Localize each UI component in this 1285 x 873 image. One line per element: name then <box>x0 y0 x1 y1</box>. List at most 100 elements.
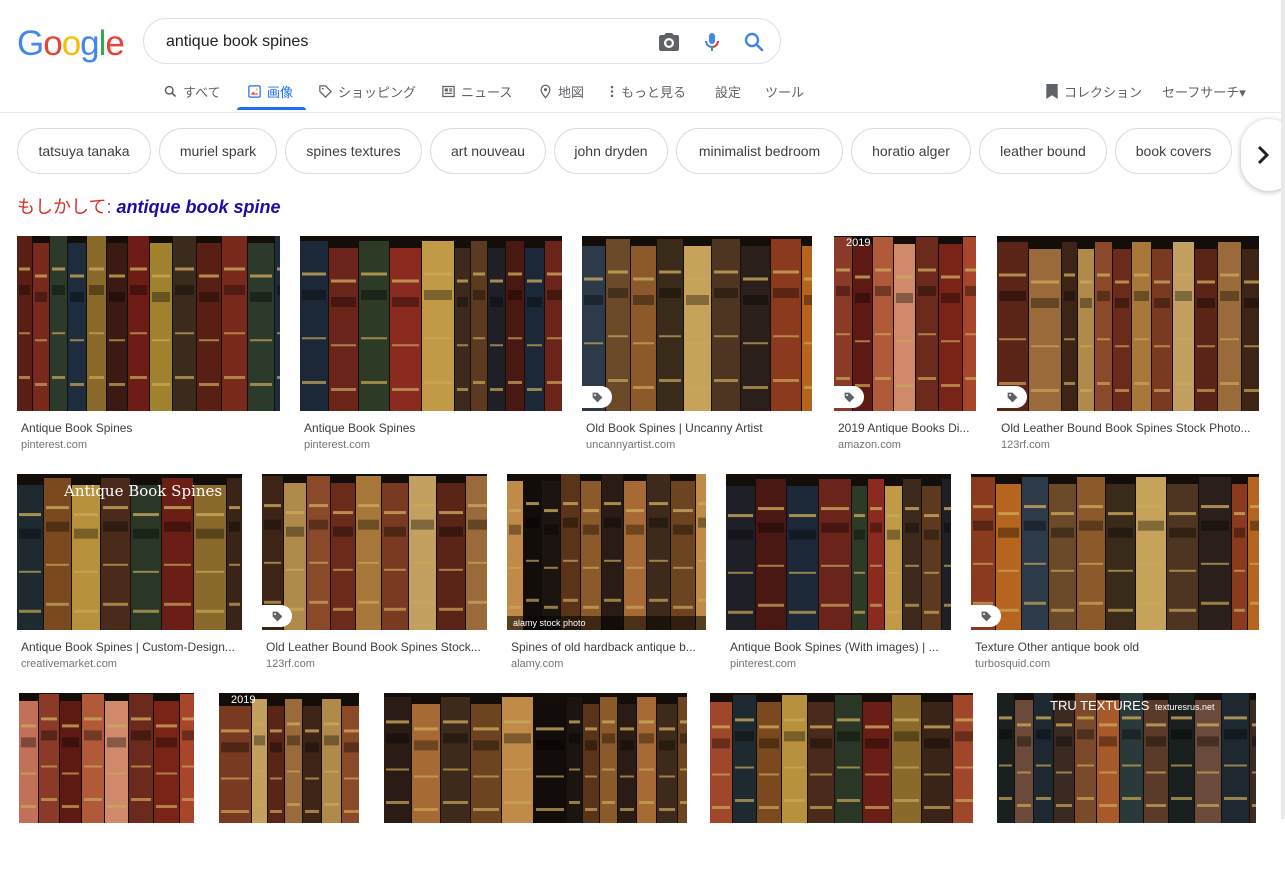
chevron-right-icon <box>1257 145 1270 165</box>
image-result[interactable]: 2019 <box>219 693 359 873</box>
safesearch-label: セーフサーチ▾ <box>1162 84 1246 100</box>
image-result[interactable] <box>19 693 194 873</box>
result-thumbnail[interactable] <box>17 236 280 411</box>
image-result[interactable]: TRU TEXTURES texturesrus.net <box>997 693 1256 873</box>
thumbnail-caption: texturesrus.net <box>1155 702 1215 712</box>
chips-next-button[interactable] <box>1241 119 1285 191</box>
active-tab-indicator <box>237 107 306 110</box>
tab-settings[interactable]: 設定 <box>715 78 741 104</box>
chip[interactable]: horatio alger <box>851 128 971 174</box>
result-thumbnail[interactable] <box>19 693 194 823</box>
result-source: 123rf.com <box>266 658 315 670</box>
image-result[interactable]: Antique Book Spines pinterest.com <box>300 236 562 461</box>
tab-more[interactable]: もっと見る <box>608 78 686 104</box>
result-thumbnail[interactable]: Antique Book Spines <box>17 474 242 630</box>
result-thumbnail[interactable] <box>384 693 687 823</box>
image-result[interactable]: Antique Book Spines (With images) | ... p… <box>726 474 951 680</box>
result-title[interactable]: Antique Book Spines <box>304 421 560 435</box>
result-thumbnail[interactable] <box>300 236 562 411</box>
image-result[interactable]: Antique Book Spines pinterest.com <box>17 236 280 461</box>
image-icon <box>248 84 261 98</box>
result-title[interactable]: Antique Book Spines <box>21 421 278 435</box>
tab-shopping[interactable]: ショッピング <box>318 78 416 104</box>
tab-label: もっと見る <box>621 84 687 100</box>
tab-label: 画像 <box>267 84 294 100</box>
result-title[interactable]: Old Book Spines | Uncanny Artist <box>586 421 810 435</box>
result-source: pinterest.com <box>21 439 88 451</box>
result-thumbnail[interactable] <box>971 474 1259 630</box>
chip[interactable]: art nouveau <box>430 128 546 174</box>
image-result[interactable]: Texture Other antique book old turbosquid… <box>971 474 1259 680</box>
result-thumbnail[interactable] <box>997 236 1259 411</box>
tab-label: すべて <box>183 84 221 100</box>
result-thumbnail[interactable]: 2019 <box>219 693 359 823</box>
logo-letter: G <box>17 24 44 63</box>
result-source: alamy.com <box>511 658 564 670</box>
product-tag-icon <box>834 386 864 408</box>
result-thumbnail[interactable] <box>262 474 487 630</box>
tab-images[interactable]: 画像 <box>247 78 293 104</box>
search-input[interactable] <box>164 19 648 65</box>
tab-label: ニュース <box>461 84 513 100</box>
mic-icon[interactable] <box>700 30 724 54</box>
search-icon[interactable] <box>742 30 766 54</box>
result-thumbnail[interactable]: 2019 <box>834 236 976 411</box>
result-thumbnail[interactable]: alamy stock photo <box>507 474 706 630</box>
chip[interactable]: minimalist bedroom <box>676 128 843 174</box>
result-title[interactable]: Spines of old hardback antique b... <box>511 640 704 654</box>
product-tag-icon <box>971 605 1001 627</box>
thumbnail-caption: 2019 <box>846 237 871 249</box>
map-pin-icon <box>540 84 551 99</box>
image-result[interactable]: Old Leather Bound Book Spines Stock... 12… <box>262 474 487 680</box>
result-title[interactable]: Antique Book Spines | Custom-Design... <box>21 640 240 654</box>
result-title[interactable]: Antique Book Spines (With images) | ... <box>730 640 949 654</box>
did-you-mean-prefix: もしかして: <box>17 197 117 217</box>
image-result[interactable] <box>384 693 687 873</box>
camera-icon[interactable] <box>657 30 681 54</box>
chip[interactable]: muriel spark <box>159 128 277 174</box>
tab-news[interactable]: ニュース <box>441 78 512 104</box>
image-result[interactable]: alamy stock photo Spines of old hardback … <box>507 474 706 680</box>
tab-all[interactable]: すべて <box>163 78 221 104</box>
result-source: uncannyartist.com <box>586 439 676 451</box>
result-title[interactable]: 2019 Antique Books Di... <box>838 421 974 435</box>
result-source: pinterest.com <box>304 439 371 451</box>
did-you-mean-link[interactable]: antique book spine <box>116 197 280 217</box>
chip[interactable]: spines textures <box>285 128 422 174</box>
collections-label: コレクション <box>1064 84 1143 100</box>
scrollbar[interactable] <box>1281 0 1285 819</box>
tab-maps[interactable]: 地図 <box>538 78 584 104</box>
image-result[interactable]: 2019 2019 Antique Books Di... amazon.com <box>834 236 976 461</box>
thumbnail-caption: TRU TEXTURES <box>1050 698 1150 713</box>
result-source: turbosquid.com <box>975 658 1051 670</box>
chip[interactable]: leather bound <box>979 128 1107 174</box>
chip[interactable]: book covers <box>1115 128 1232 174</box>
product-tag-icon <box>262 605 292 627</box>
tab-label: ショッピング <box>338 84 417 100</box>
result-thumbnail[interactable]: TRU TEXTURES texturesrus.net <box>997 693 1256 823</box>
result-source: amazon.com <box>838 439 901 451</box>
result-title[interactable]: Old Leather Bound Book Spines Stock Phot… <box>1001 421 1257 435</box>
google-logo[interactable]: Google <box>17 24 125 64</box>
image-result[interactable]: Antique Book Spines Antique Book Spines |… <box>17 474 242 680</box>
logo-letter: l <box>98 24 107 63</box>
result-thumbnail[interactable] <box>710 693 973 823</box>
result-title[interactable]: Old Leather Bound Book Spines Stock... <box>266 640 485 654</box>
image-result[interactable] <box>710 693 973 873</box>
result-title[interactable]: Texture Other antique book old <box>975 640 1257 654</box>
chip[interactable]: tatsuya tanaka <box>17 128 151 174</box>
collections-link[interactable]: コレクション <box>1045 78 1142 104</box>
tab-label: 地図 <box>558 84 585 100</box>
safesearch-menu[interactable]: セーフサーチ▾ <box>1162 78 1246 104</box>
result-thumbnail[interactable] <box>726 474 951 630</box>
image-result[interactable]: Old Book Spines | Uncanny Artist uncannya… <box>582 236 812 461</box>
tab-label: 設定 <box>715 84 742 100</box>
result-thumbnail[interactable] <box>582 236 812 411</box>
news-icon <box>442 85 455 97</box>
result-source: creativemarket.com <box>21 658 117 670</box>
did-you-mean: もしかして: antique book spine <box>17 193 280 219</box>
chip[interactable]: john dryden <box>554 128 668 174</box>
tab-tools[interactable]: ツール <box>765 78 804 104</box>
image-result[interactable]: Old Leather Bound Book Spines Stock Phot… <box>997 236 1259 461</box>
logo-letter: o <box>61 24 81 63</box>
